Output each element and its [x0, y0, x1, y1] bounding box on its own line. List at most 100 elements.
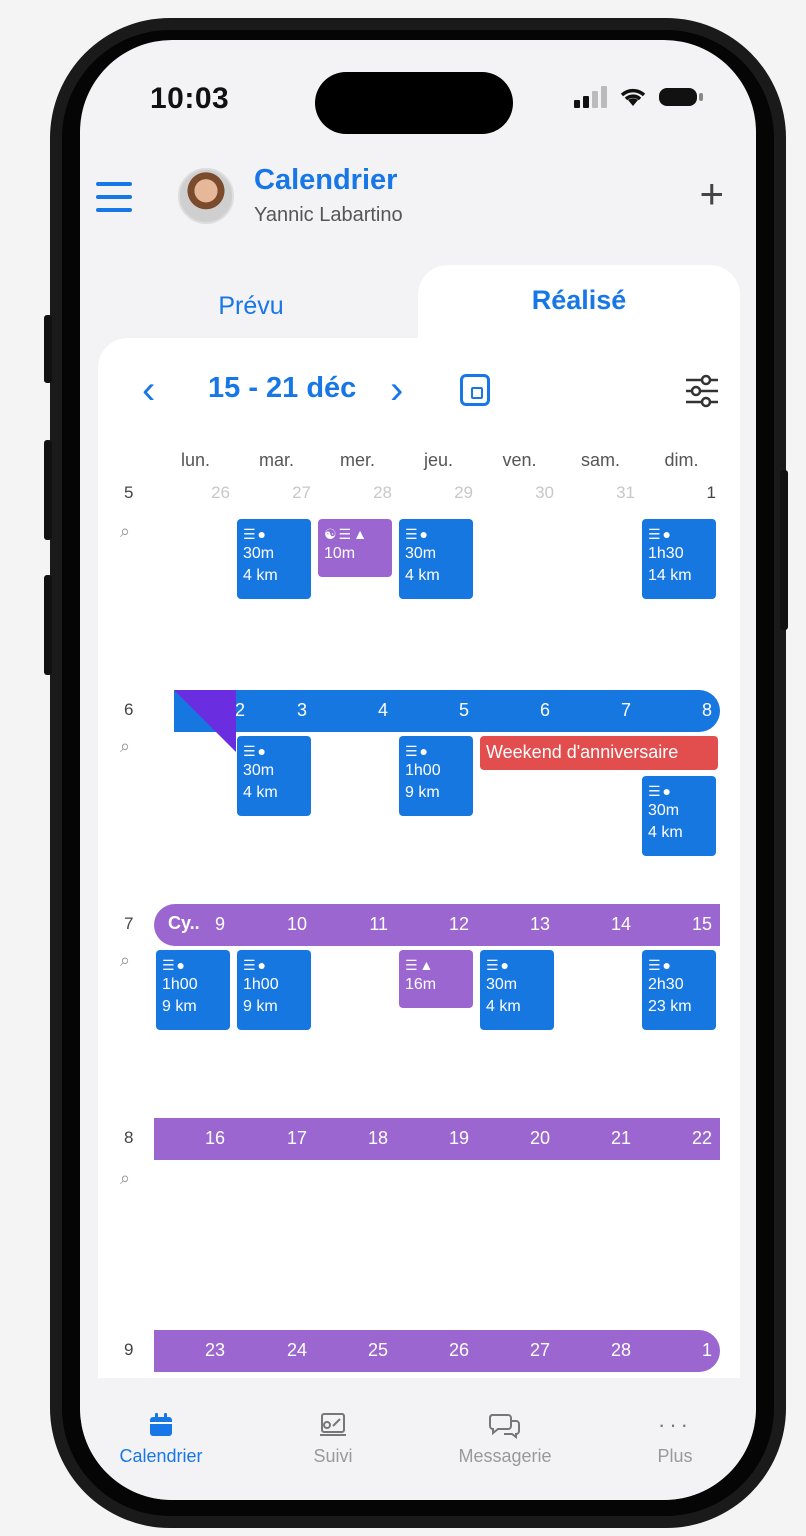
workout-duration: 30m: [405, 545, 437, 562]
week-number: 5: [124, 483, 134, 502]
day-number: 7: [620, 700, 631, 720]
period-band[interactable]: 23 24 25 26 27 28 1: [154, 1330, 720, 1372]
workout-duration: 2h30: [648, 976, 684, 993]
search-icon[interactable]: ⌕: [120, 736, 130, 757]
run-icon: ☰●: [648, 957, 674, 973]
user-name: Yannic Labartino: [254, 204, 403, 226]
strength-icon: ☯☰▲: [324, 526, 369, 542]
workout-card[interactable]: ☰● 30m 4 km: [642, 776, 716, 856]
workout-duration: 30m: [243, 545, 275, 562]
workout-card[interactable]: ☰● 2h30 23 km: [642, 950, 716, 1030]
filter-settings-icon[interactable]: [684, 374, 720, 408]
side-button-volume-up: [44, 440, 52, 540]
day-header: ven.: [502, 450, 537, 470]
day-number: 25: [367, 1340, 388, 1360]
workout-card[interactable]: ☰● 30m 4 km: [237, 736, 311, 816]
day-number: 17: [286, 1128, 307, 1148]
day-number: 12: [448, 914, 469, 934]
run-icon: ☰●: [486, 957, 512, 973]
wifi-icon: [620, 88, 646, 106]
run-icon: ☰●: [405, 743, 431, 759]
event-banner[interactable]: Weekend d'anniversaire: [480, 736, 718, 770]
workout-distance: 9 km: [243, 998, 278, 1015]
calendar-today-icon[interactable]: [460, 374, 490, 406]
strength-icon: ☰▲: [405, 957, 436, 973]
nav-label: Plus: [657, 1446, 693, 1466]
tab-realise[interactable]: Réalisé: [418, 265, 740, 340]
workout-card[interactable]: ☰● 1h00 9 km: [399, 736, 473, 816]
nav-label: Suivi: [313, 1446, 353, 1466]
signal-icon: [574, 86, 607, 108]
menu-icon[interactable]: [96, 182, 132, 212]
period-band[interactable]: 2 3 4 5 6 7 8: [174, 690, 720, 732]
day-number: 4: [377, 700, 388, 720]
workout-card[interactable]: ☰● 1h00 9 km: [237, 950, 311, 1030]
avatar[interactable]: [178, 168, 234, 224]
run-icon: ☰●: [243, 526, 269, 542]
week-number: 9: [124, 1340, 134, 1359]
run-icon: ☰●: [648, 526, 674, 542]
more-icon: ···: [658, 1412, 692, 1437]
day-number: 27: [529, 1340, 550, 1360]
day-number[interactable]: 28: [317, 483, 398, 503]
search-icon[interactable]: ⌕: [120, 521, 130, 542]
workout-card[interactable]: ☰● 30m 4 km: [480, 950, 554, 1030]
day-number: 15: [691, 914, 712, 934]
tab-prevu[interactable]: Prévu: [80, 270, 422, 340]
workout-card[interactable]: ☰● 1h00 9 km: [156, 950, 230, 1030]
nav-plus[interactable]: ··· Plus: [600, 1410, 750, 1467]
day-number[interactable]: 1: [641, 483, 722, 503]
workout-card[interactable]: ☯☰▲ 10m: [318, 519, 392, 577]
day-number[interactable]: 31: [560, 483, 641, 503]
side-button-power: [780, 470, 788, 630]
workout-duration: 1h00: [405, 762, 441, 779]
day-number[interactable]: 27: [236, 483, 317, 503]
period-band[interactable]: Cy.. 9 10 11 12 13 14 15: [154, 904, 720, 946]
day-header: dim.: [664, 450, 699, 470]
workout-distance: 9 km: [405, 784, 440, 801]
side-button-action: [44, 315, 52, 383]
add-button[interactable]: +: [699, 170, 724, 218]
day-number[interactable]: 29: [398, 483, 479, 503]
day-header: mer.: [339, 450, 375, 470]
dynamic-island: [315, 72, 513, 134]
day-number: 6: [539, 700, 550, 720]
chevron-right-icon[interactable]: ›: [390, 368, 403, 413]
nav-label: Messagerie: [458, 1446, 552, 1466]
status-time: 10:03: [150, 82, 230, 115]
workout-card[interactable]: ☰● 30m 4 km: [237, 519, 311, 599]
workout-card[interactable]: ☰● 30m 4 km: [399, 519, 473, 599]
workout-duration: 10m: [324, 545, 356, 562]
nav-calendrier[interactable]: Calendrier: [86, 1410, 236, 1467]
day-number: 18: [367, 1128, 388, 1148]
workout-duration: 30m: [486, 976, 518, 993]
day-number: 1: [701, 1340, 712, 1360]
workout-duration: 30m: [243, 762, 275, 779]
status-icons: [574, 86, 704, 108]
nav-messagerie[interactable]: Messagerie: [430, 1410, 580, 1467]
day-number[interactable]: 26: [155, 483, 236, 503]
period-band[interactable]: 16 17 18 19 20 21 22: [154, 1118, 720, 1160]
workout-duration: 16m: [405, 976, 437, 993]
day-number: 16: [204, 1128, 225, 1148]
page-title: Calendrier: [254, 164, 398, 196]
day-number: 22: [691, 1128, 712, 1148]
chevron-left-icon[interactable]: ‹: [142, 368, 155, 413]
nav-label: Calendrier: [119, 1446, 203, 1466]
battery-icon: [659, 88, 703, 106]
week-range[interactable]: 15 - 21 déc: [208, 372, 356, 405]
workout-distance: 14 km: [648, 567, 692, 584]
day-number[interactable]: 30: [479, 483, 560, 503]
search-icon[interactable]: ⌕: [120, 950, 130, 971]
workout-card[interactable]: ☰▲ 16m: [399, 950, 473, 1008]
workout-card[interactable]: ☰● 1h30 14 km: [642, 519, 716, 599]
day-header: sam.: [580, 450, 620, 470]
day-number: 9: [214, 914, 225, 934]
day-header: mar.: [258, 450, 294, 470]
run-icon: ☰●: [648, 783, 674, 799]
workout-distance: 23 km: [648, 998, 692, 1015]
run-icon: ☰●: [162, 957, 188, 973]
search-icon[interactable]: ⌕: [120, 1168, 130, 1189]
calendar-panel: ‹ 15 - 21 déc › lun. mar. mer. jeu. ven.…: [98, 338, 740, 1378]
nav-suivi[interactable]: Suivi: [258, 1410, 408, 1467]
